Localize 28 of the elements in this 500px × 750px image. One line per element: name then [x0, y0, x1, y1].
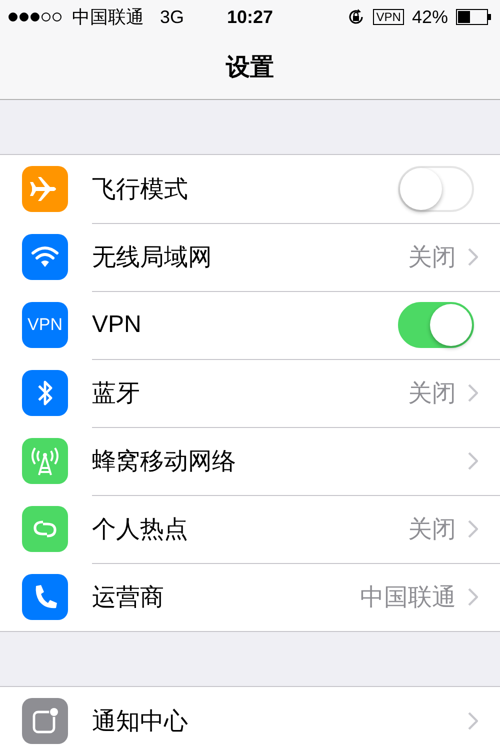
setting-label[interactable]: 个人热点 — [92, 513, 408, 545]
vpn-indicator: VPN — [373, 9, 404, 25]
setting-value: 关闭 — [408, 379, 456, 409]
setting-value: 中国联通 — [360, 583, 456, 613]
signal-icon — [8, 12, 64, 22]
chevron-icon — [468, 520, 478, 538]
chevron-icon — [468, 712, 478, 730]
chevron-icon — [468, 588, 478, 606]
carrier-name: 中国联通 — [72, 6, 144, 29]
setting-label[interactable]: 运营商 — [92, 581, 360, 613]
chevron-icon — [468, 452, 478, 470]
page-title: 设置 — [226, 52, 274, 82]
clock-time: 10:27 — [226, 6, 274, 26]
battery-icon — [456, 9, 492, 25]
setting-label[interactable]: VPN — [92, 311, 398, 339]
rotation-lock-icon — [347, 8, 366, 26]
setting-label[interactable]: 飞行模式 — [92, 173, 398, 205]
setting-label[interactable]: 蓝牙 — [92, 377, 408, 409]
battery-percent: 42% — [412, 6, 448, 28]
setting-value: 关闭 — [408, 243, 456, 273]
toggle-switch[interactable] — [398, 302, 474, 348]
chevron-icon — [468, 248, 478, 266]
setting-value: 关闭 — [408, 515, 456, 545]
setting-label[interactable]: 蜂窝移动网络 — [92, 445, 468, 477]
network-type: 3G — [160, 6, 184, 28]
vpn-icon: VPN — [22, 302, 68, 348]
setting-label[interactable]: 无线局域网 — [92, 241, 408, 273]
chevron-icon — [468, 384, 478, 402]
